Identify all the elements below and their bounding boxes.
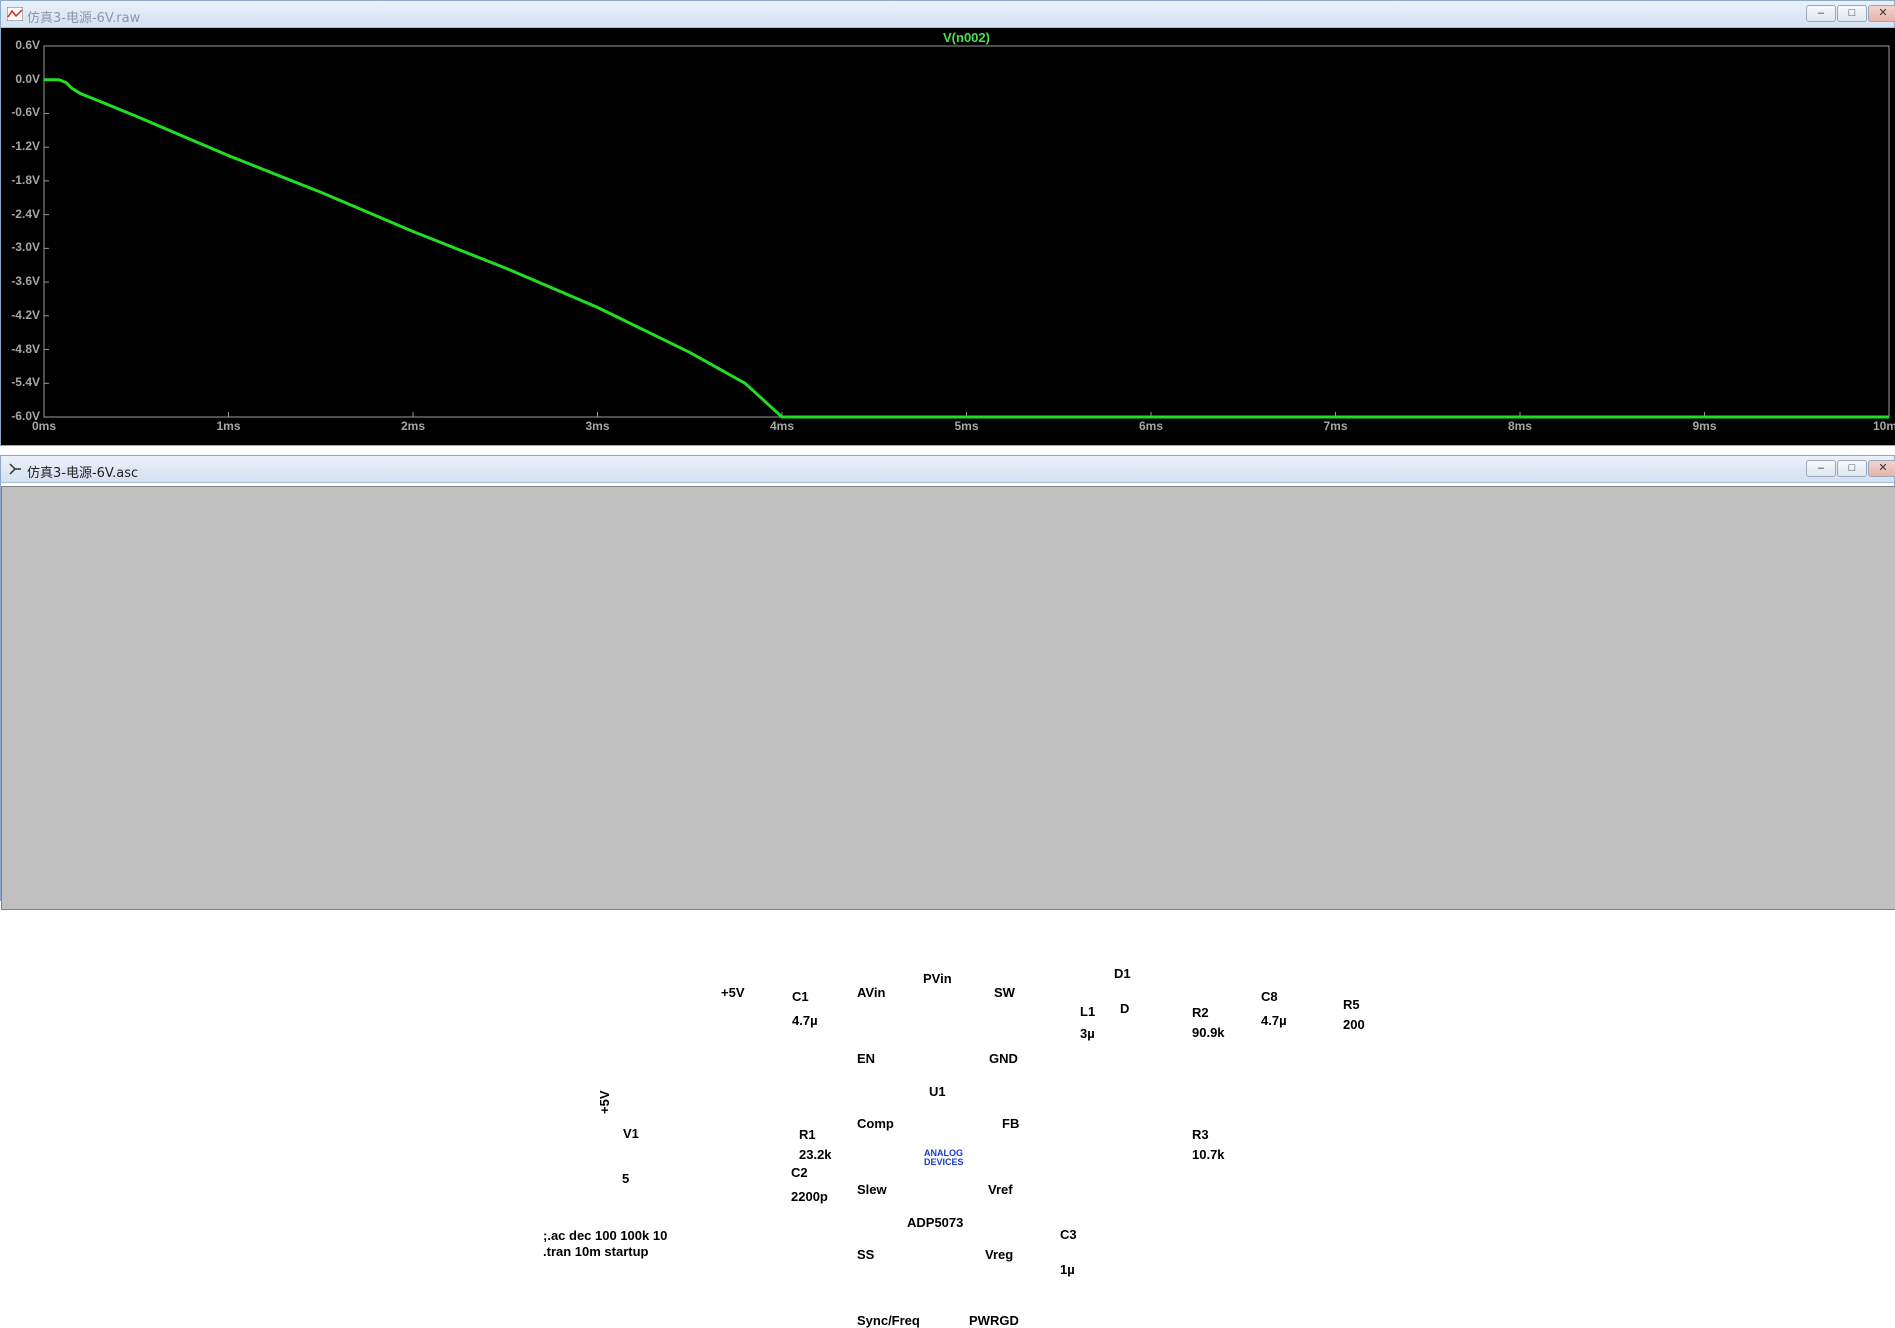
tick-marks	[43, 45, 1890, 418]
d1-ref[interactable]: D1	[1114, 966, 1131, 981]
minimize-button[interactable]: –	[1806, 5, 1836, 22]
schematic-canvas[interactable]: PVin AVin EN Comp Slew SS Sync/Freq SW G…	[1, 486, 1895, 1328]
ic-pin-vreg: Vreg	[985, 1247, 1014, 1262]
v1-value[interactable]: 5	[622, 1171, 629, 1186]
schematic-window: 仿真3-电源-6V.asc – □ ✕ PVin AVin EN Comp Sl…	[0, 455, 1895, 1328]
r1-value[interactable]: 23.2k	[799, 1147, 832, 1162]
r3-value[interactable]: 10.7k	[1192, 1147, 1225, 1162]
ic-part[interactable]: ADP5073	[907, 1215, 963, 1230]
spice-directive-ac[interactable]: ;.ac dec 100 100k 10	[543, 1228, 667, 1243]
c8-ref[interactable]: C8	[1261, 989, 1278, 1004]
ic-pin-en: EN	[857, 1051, 876, 1066]
trace-v-n002[interactable]	[44, 78, 1889, 419]
r5-value[interactable]: 200	[1343, 1017, 1365, 1032]
ic-pin-vref: Vref	[988, 1182, 1013, 1197]
waveform-plot[interactable]: V(n002) 0.6V 0.0V -0.6V -1.2V -1.8V -2.4V -3.0…	[1, 28, 1895, 445]
ic-pin-slew: Slew	[857, 1182, 887, 1197]
r5-ref[interactable]: R5	[1343, 997, 1360, 1012]
ic-pin-sync-freq: Sync/Freq	[857, 1313, 920, 1328]
ic-pin-pvin: PVin	[923, 971, 952, 986]
ic-pin-avin: AVin	[857, 985, 886, 1000]
waveform-titlebar[interactable]: 仿真3-电源-6V.raw – □ ✕	[1, 1, 1895, 28]
logo-text-line-2: DEVICES	[924, 1157, 964, 1167]
ic-pin-comp: Comp	[857, 1116, 894, 1131]
v1-ref[interactable]: V1	[623, 1126, 639, 1141]
ic-ref[interactable]: U1	[929, 1084, 946, 1099]
net-label-5v[interactable]: +5V	[721, 985, 745, 1000]
d1-value[interactable]: D	[1120, 1001, 1129, 1016]
l1-value[interactable]: 3µ	[1080, 1026, 1095, 1041]
r2-ref[interactable]: R2	[1192, 1005, 1209, 1020]
waveform-window: 仿真3-电源-6V.raw – □ ✕ V(n002) 0.6V 0.0V -0.6…	[0, 0, 1895, 446]
r2-value[interactable]: 90.9k	[1192, 1025, 1225, 1040]
c3-value[interactable]: 1µ	[1060, 1262, 1075, 1277]
spice-directive-tran[interactable]: .tran 10m startup	[543, 1244, 648, 1259]
c3-ref[interactable]: C3	[1060, 1227, 1077, 1242]
close-button[interactable]: ✕	[1868, 5, 1895, 22]
c2-value[interactable]: 2200p	[791, 1189, 828, 1204]
ic-pin-pwrgd: PWRGD	[969, 1313, 1019, 1328]
c2-ref[interactable]: C2	[791, 1165, 808, 1180]
c8-value[interactable]: 4.7µ	[1261, 1013, 1287, 1028]
plot-frame	[43, 45, 1890, 418]
ic-pin-sw: SW	[994, 985, 1015, 1000]
schematic-wires	[1, 456, 1895, 880]
c1-ref[interactable]: C1	[792, 989, 809, 1004]
c1-value[interactable]: 4.7µ	[792, 1013, 818, 1028]
waveform-app-icon	[7, 7, 23, 21]
ic-pin-gnd: GND	[989, 1051, 1018, 1066]
maximize-button[interactable]: □	[1837, 5, 1867, 22]
waveform-title: 仿真3-电源-6V.raw	[27, 11, 141, 26]
r1-ref[interactable]: R1	[799, 1127, 816, 1142]
ic-pin-ss: SS	[857, 1247, 875, 1262]
v1-net-label[interactable]: +5V	[597, 1091, 612, 1115]
ic-pin-fb: FB	[1002, 1116, 1020, 1131]
l1-ref[interactable]: L1	[1080, 1004, 1095, 1019]
plot-canvas	[43, 45, 1890, 419]
r3-ref[interactable]: R3	[1192, 1127, 1209, 1142]
